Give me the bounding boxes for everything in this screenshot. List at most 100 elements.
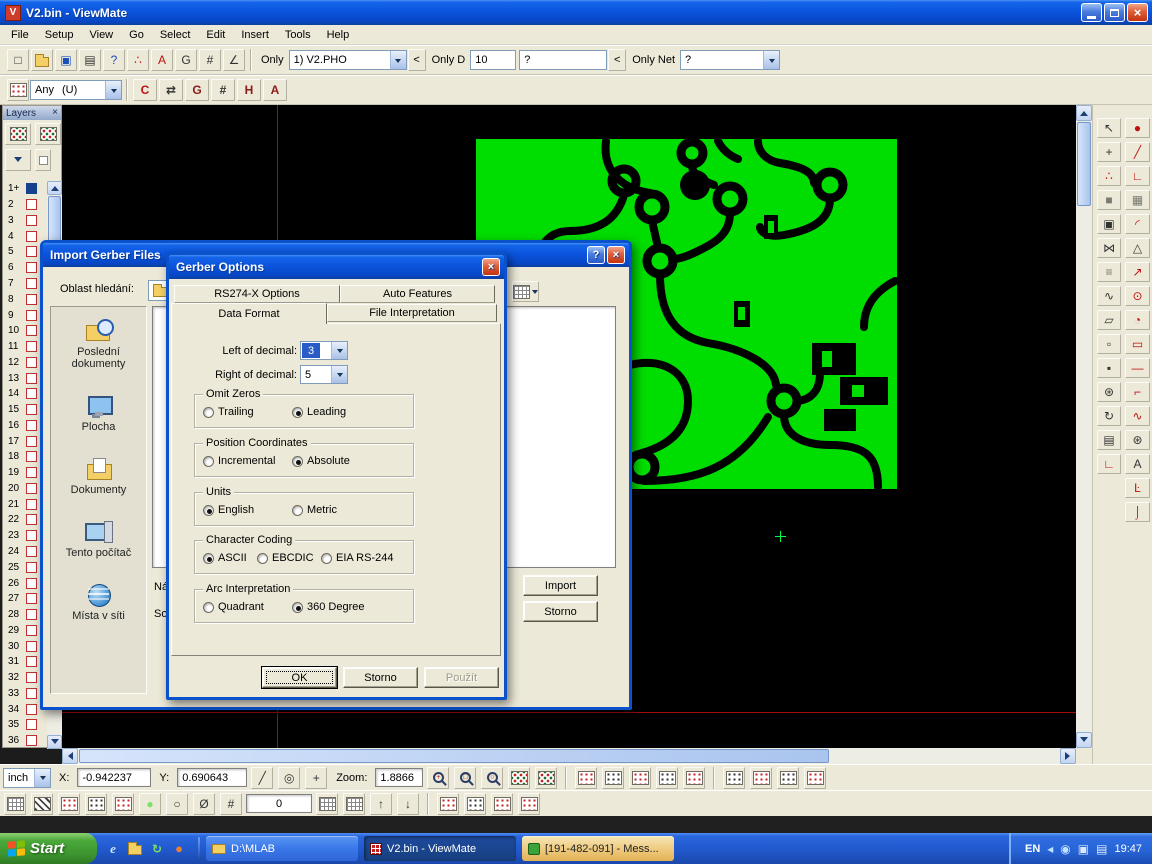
refresh-icon[interactable]: ↻ <box>149 841 165 857</box>
layer-colors-button[interactable] <box>35 123 61 145</box>
layers-panel-header[interactable]: Layers × <box>3 106 61 120</box>
place-item[interactable]: Tento počítač <box>53 520 145 559</box>
radio-incremental[interactable]: Incremental <box>203 455 275 467</box>
layer-visibility-box[interactable] <box>26 451 37 462</box>
layer-visibility-box[interactable] <box>26 514 37 525</box>
folder-quick-icon[interactable] <box>127 841 143 857</box>
layer-row[interactable]: 2 <box>3 197 47 213</box>
clock[interactable]: 19:47 <box>1114 843 1142 855</box>
dot-grid-icon[interactable] <box>316 793 338 815</box>
right-of-decimal-combo[interactable]: 5 <box>300 365 348 384</box>
net-list-icon[interactable] <box>508 767 530 789</box>
tray-arrow-icon[interactable]: ◂ <box>1047 843 1053 855</box>
dcode-input[interactable]: 10 <box>470 50 516 70</box>
left-of-decimal-combo[interactable]: 3 <box>300 341 348 360</box>
gerber-options-titlebar[interactable]: Gerber Options × <box>169 255 504 279</box>
tab-data-format[interactable]: Data Format <box>171 303 327 324</box>
scroll-down-icon[interactable] <box>47 735 62 749</box>
canvas-vscrollbar[interactable] <box>1076 105 1092 748</box>
zoom-selection-icon[interactable]: ○ <box>481 767 503 789</box>
chevron-down-icon[interactable] <box>34 769 50 787</box>
save-icon[interactable]: ▣ <box>55 49 77 71</box>
layer-visibility-box[interactable] <box>26 593 37 604</box>
chevron-down-icon[interactable] <box>763 51 779 69</box>
place-item[interactable]: Poslední dokumenty <box>53 319 145 370</box>
marquee-icon[interactable]: ▫ <box>1097 334 1121 354</box>
stack-table-icon[interactable] <box>683 767 705 789</box>
net-filter-combo[interactable]: ? <box>680 50 780 70</box>
network-tray-icon[interactable]: ▣ <box>1078 843 1089 855</box>
scroll-down-icon[interactable] <box>1076 732 1092 748</box>
measure-icon[interactable]: A <box>151 49 173 71</box>
menu-item[interactable]: Insert <box>233 27 277 43</box>
layers-scroll-thumb[interactable] <box>48 196 61 242</box>
layer-visibility-box[interactable] <box>26 641 37 652</box>
shape-icon[interactable]: ▱ <box>1097 310 1121 330</box>
board-table-icon[interactable] <box>656 767 678 789</box>
layer-blank-button[interactable] <box>35 149 51 171</box>
radio-metric[interactable]: Metric <box>292 504 337 516</box>
layer-visibility-box[interactable] <box>26 436 37 447</box>
null-aperture-icon[interactable]: Ø <box>193 793 215 815</box>
mirror-icon[interactable]: ⋈ <box>1097 238 1121 258</box>
messenger-tray-icon[interactable]: ◉ <box>1060 843 1070 855</box>
c-code-icon[interactable]: C <box>133 79 157 101</box>
radio-trailing[interactable]: Trailing <box>203 406 254 418</box>
circle-tool-icon[interactable]: ○ <box>166 793 188 815</box>
settings-icon[interactable]: ⊛ <box>1097 382 1121 402</box>
layer-visibility-box[interactable] <box>26 672 37 683</box>
keyboard-tray-icon[interactable]: ▤ <box>1096 843 1107 855</box>
merge-table-icon[interactable] <box>777 767 799 789</box>
layer-row[interactable]: 36 <box>3 733 47 749</box>
language-indicator[interactable]: EN <box>1025 843 1040 855</box>
zoom-window-icon[interactable]: □ <box>454 767 476 789</box>
menu-item[interactable]: Edit <box>198 27 233 43</box>
tab-auto-features[interactable]: Auto Features <box>340 285 495 303</box>
move-up-icon[interactable]: ↑ <box>370 793 392 815</box>
open-folder-icon[interactable] <box>31 49 53 71</box>
menu-item[interactable]: Go <box>121 27 152 43</box>
radio-ebcdic[interactable]: EBCDIC <box>257 552 314 564</box>
internet-explorer-icon[interactable]: e <box>105 841 121 857</box>
film-icon[interactable] <box>58 793 80 815</box>
highlight-pads-icon[interactable]: ∴ <box>127 49 149 71</box>
rect-outline-icon[interactable]: ▭ <box>1125 334 1150 354</box>
layer-row[interactable]: 1+ <box>3 181 47 197</box>
arrow-tool-icon[interactable]: ↗ <box>1125 262 1150 282</box>
grid-step-field[interactable]: 0 <box>246 794 312 813</box>
l-tool-icon[interactable]: Ŀ <box>1125 478 1150 498</box>
layer-visibility-box[interactable] <box>26 183 37 194</box>
drill-report-icon[interactable] <box>491 793 513 815</box>
trace-report-icon[interactable] <box>464 793 486 815</box>
corner-trace-icon[interactable]: ⌐ <box>1125 382 1150 402</box>
new-file-icon[interactable]: □ <box>7 49 29 71</box>
layer-visibility-box[interactable] <box>26 656 37 667</box>
d-code-grid-icon[interactable]: # <box>199 49 221 71</box>
grid-dots-icon[interactable] <box>4 793 26 815</box>
scroll-up-icon[interactable] <box>47 181 62 195</box>
marquee-dot-icon[interactable]: ▪ <box>1097 358 1121 378</box>
layer-move-button[interactable] <box>5 149 31 171</box>
zoom-in-icon[interactable]: + <box>427 767 449 789</box>
flash-icon[interactable]: ⊛ <box>1125 430 1150 450</box>
arc-tool-icon[interactable]: ◜ <box>1125 214 1150 234</box>
help-button[interactable]: ? <box>587 246 605 264</box>
apply-button[interactable]: Použít <box>424 667 499 688</box>
layer-visibility-box[interactable] <box>26 499 37 510</box>
compare-table-icon[interactable] <box>750 767 772 789</box>
layer-visibility-box[interactable] <box>26 546 37 557</box>
close-button[interactable]: × <box>482 258 500 276</box>
layer-visibility-box[interactable] <box>26 357 37 368</box>
scroll-up-icon[interactable] <box>1076 105 1092 121</box>
pad-report-icon[interactable] <box>437 793 459 815</box>
status-light-icon[interactable]: ● <box>139 793 161 815</box>
layer-visibility-box[interactable] <box>26 530 37 541</box>
circle-pad-icon[interactable]: ⊙ <box>1125 286 1150 306</box>
layer-visibility-box[interactable] <box>26 404 37 415</box>
radio-eia-rs244[interactable]: EIA RS-244 <box>321 552 393 564</box>
cancel-button[interactable]: Storno <box>343 667 418 688</box>
layer-visibility-box[interactable] <box>26 578 37 589</box>
chevron-down-icon[interactable] <box>390 51 406 69</box>
tab-rs274x-options[interactable]: RS274-X Options <box>174 285 340 303</box>
start-button[interactable]: Start <box>0 833 97 864</box>
